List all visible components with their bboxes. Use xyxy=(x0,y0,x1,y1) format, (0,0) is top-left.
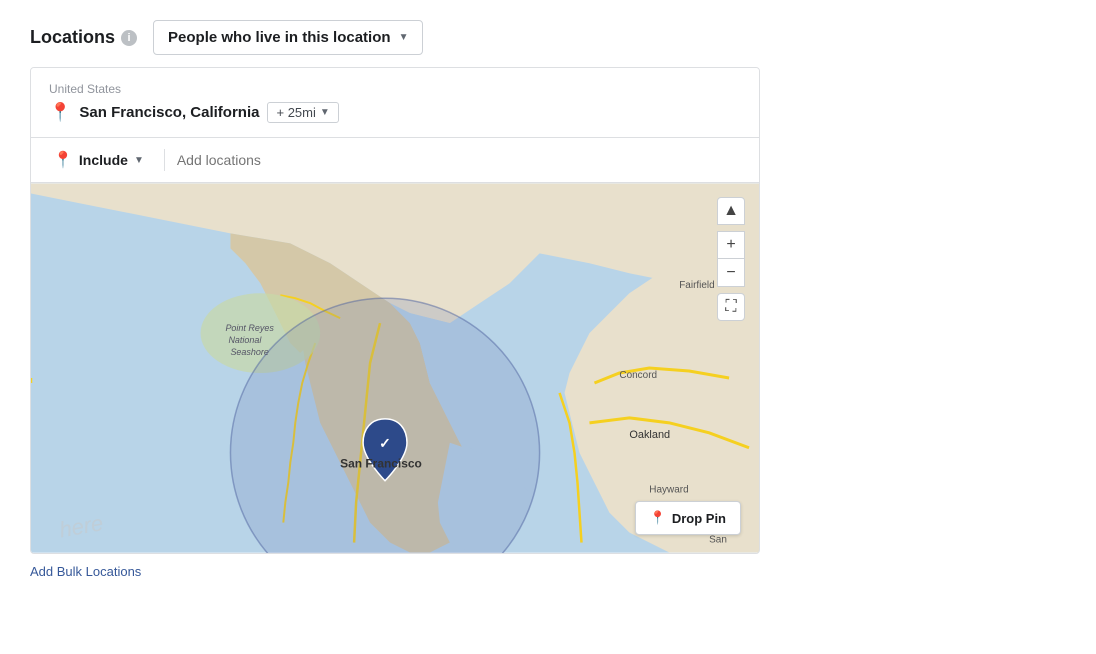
city-row: 📍 San Francisco, California + 25mi ▼ xyxy=(49,102,741,123)
svg-text:✓: ✓ xyxy=(379,435,391,451)
locations-title: Locations xyxy=(30,27,115,48)
fullscreen-button[interactable]: ⛶ xyxy=(717,293,745,321)
include-bar: 📍 Include ▼ xyxy=(31,137,759,183)
drop-pin-label: Drop Pin xyxy=(672,511,726,526)
add-bulk-locations-link[interactable]: Add Bulk Locations xyxy=(30,564,1066,579)
add-locations-input[interactable] xyxy=(177,152,745,168)
radius-chevron-icon: ▼ xyxy=(320,107,330,118)
location-pin-icon: 📍 xyxy=(49,102,71,123)
map-panel: United States 📍 San Francisco, Californi… xyxy=(30,67,760,554)
chevron-down-icon: ▼ xyxy=(399,32,409,43)
city-name: San Francisco, California xyxy=(79,104,259,121)
locations-row: Locations i People who live in this loca… xyxy=(30,20,1066,55)
vertical-divider xyxy=(164,149,165,171)
drop-pin-icon: 📍 xyxy=(650,510,666,526)
svg-text:San: San xyxy=(709,535,727,546)
radius-label: + 25mi xyxy=(276,105,315,120)
info-icon[interactable]: i xyxy=(121,30,137,46)
radius-dropdown[interactable]: + 25mi ▼ xyxy=(267,102,338,123)
map-controls: ▲ + − ⛶ xyxy=(717,197,745,321)
zoom-in-button[interactable]: + xyxy=(717,231,745,259)
svg-text:National: National xyxy=(228,335,262,345)
page-container: Locations i People who live in this loca… xyxy=(0,0,1096,599)
country-label: United States xyxy=(49,82,741,96)
svg-text:San Francisco: San Francisco xyxy=(340,457,422,471)
location-type-dropdown[interactable]: People who live in this location ▼ xyxy=(153,20,423,55)
svg-text:Seashore: Seashore xyxy=(230,347,268,357)
drop-pin-button[interactable]: 📍 Drop Pin xyxy=(635,501,741,535)
locations-label-group: Locations i xyxy=(30,27,137,48)
svg-text:Concord: Concord xyxy=(619,370,657,381)
location-info: United States 📍 San Francisco, Californi… xyxy=(31,68,759,137)
svg-text:Fairfield: Fairfield xyxy=(679,280,714,291)
include-label: Include xyxy=(79,152,128,168)
pan-up-button[interactable]: ▲ xyxy=(717,197,745,225)
zoom-out-button[interactable]: − xyxy=(717,259,745,287)
svg-text:Hayward: Hayward xyxy=(649,485,688,496)
svg-text:Point Reyes: Point Reyes xyxy=(225,323,274,333)
map-container[interactable]: ✓ San Francisco Oakland Concord Hayward … xyxy=(31,183,759,553)
include-chevron-icon: ▼ xyxy=(134,155,144,166)
include-button[interactable]: 📍 Include ▼ xyxy=(45,146,152,174)
dropdown-label: People who live in this location xyxy=(168,29,391,46)
map-svg: ✓ San Francisco Oakland Concord Hayward … xyxy=(31,183,759,553)
svg-text:Oakland: Oakland xyxy=(629,429,670,441)
include-pin-icon: 📍 xyxy=(53,150,73,170)
